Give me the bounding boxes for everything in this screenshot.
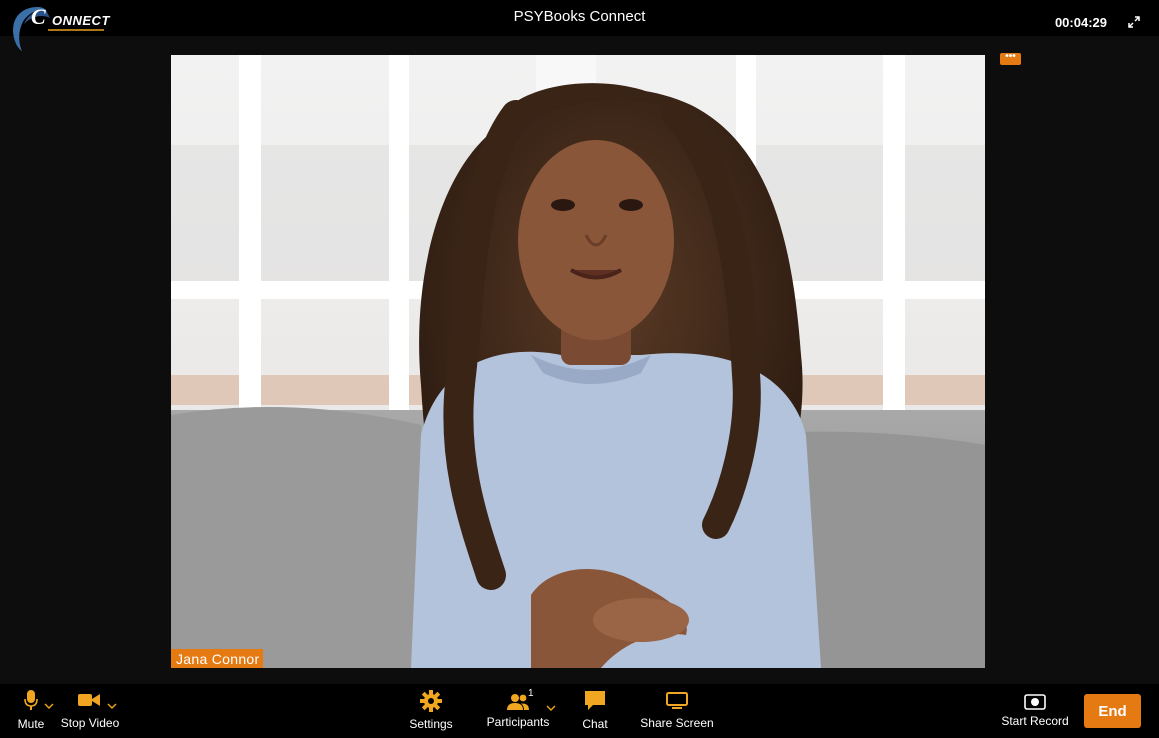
- share-screen-button[interactable]: Share Screen: [640, 692, 714, 730]
- participants-label: Participants: [486, 715, 550, 729]
- chat-bubble-icon: [585, 691, 605, 710]
- call-timer: 00:04:29: [1054, 15, 1107, 30]
- chevron-down-icon[interactable]: [106, 697, 118, 715]
- mute-label: Mute: [17, 717, 45, 731]
- chevron-down-icon[interactable]: [43, 697, 55, 715]
- share-screen-label: Share Screen: [640, 716, 714, 730]
- start-record-label: Start Record: [1001, 714, 1069, 728]
- window-title: PSYBooks Connect: [513, 8, 646, 25]
- chevron-down-icon[interactable]: [545, 699, 557, 717]
- chat-label: Chat: [582, 717, 608, 731]
- stop-video-label: Stop Video: [60, 716, 120, 730]
- start-record-button[interactable]: Start Record: [1000, 694, 1070, 728]
- chat-button[interactable]: Chat: [578, 690, 612, 731]
- video-more-options-button[interactable]: •••: [1000, 52, 1021, 65]
- settings-label: Settings: [409, 717, 453, 731]
- participants-button[interactable]: Participants: [484, 693, 552, 729]
- end-meeting-button[interactable]: End: [1084, 694, 1141, 728]
- record-icon: [1024, 694, 1046, 710]
- share-screen-icon: [666, 692, 688, 709]
- participants-icon: [507, 694, 529, 710]
- video-frame-illustration: [171, 55, 985, 668]
- gear-icon: [420, 690, 442, 712]
- participants-count-badge: 1: [528, 688, 534, 699]
- video-camera-icon: [78, 694, 100, 706]
- expand-icon[interactable]: [1126, 14, 1142, 30]
- settings-button[interactable]: Settings: [406, 690, 456, 731]
- participant-name-tag: Jana Connor: [171, 649, 264, 668]
- participant-video: Jana Connor: [171, 55, 985, 668]
- header-bar: C ONNECT PSYBooks Connect 00:04:29: [0, 0, 1159, 51]
- microphone-icon: [24, 690, 38, 710]
